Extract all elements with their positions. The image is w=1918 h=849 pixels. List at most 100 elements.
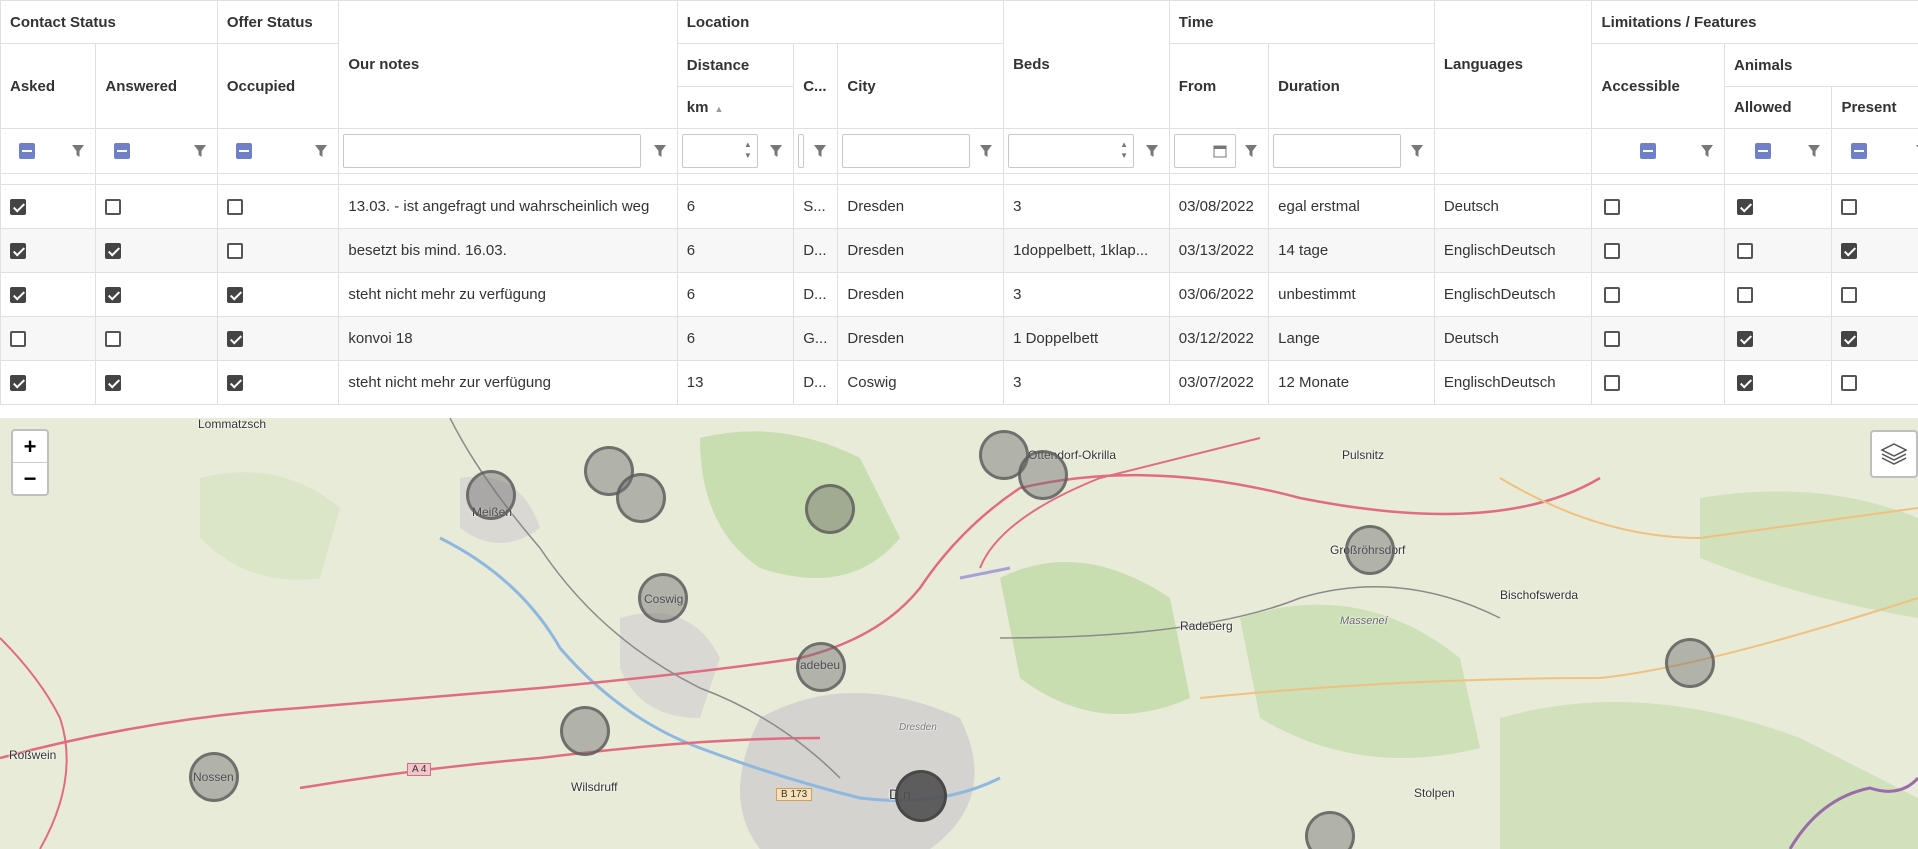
cell-from[interactable]: 03/08/2022 [1168, 184, 1270, 229]
accessible-checkbox[interactable] [1604, 287, 1621, 304]
occupied-checkbox[interactable] [226, 287, 243, 304]
cell-duration[interactable]: unbestimmt [1268, 272, 1435, 317]
asked-checkbox[interactable] [10, 243, 26, 260]
cell-city[interactable]: Coswig [837, 360, 1005, 405]
col-city[interactable]: City [837, 43, 1005, 129]
cell-from[interactable]: 03/07/2022 [1168, 360, 1270, 405]
map-cluster-marker[interactable] [616, 473, 666, 523]
cell-km[interactable]: 13 [676, 360, 795, 405]
cell-notes[interactable]: steht nicht mehr zur verfügung [338, 360, 678, 405]
filter-icon[interactable] [71, 144, 85, 158]
cell-languages[interactable]: Deutsch [1433, 184, 1593, 229]
accessible-checkbox[interactable] [1604, 375, 1621, 392]
table-row[interactable]: besetzt bis mind. 16.03. 6 D... Dresden 1dop… [0, 228, 1918, 273]
map-cluster-marker[interactable] [895, 770, 947, 822]
table-row[interactable]: steht nicht mehr zur verfügung 13 D... Cosw… [0, 360, 1918, 405]
occupied-checkbox[interactable] [226, 243, 243, 260]
layers-button[interactable] [1870, 430, 1918, 478]
cell-country[interactable]: S... [793, 184, 839, 229]
cell-city[interactable]: Dresden [837, 184, 1005, 229]
allowed-checkbox[interactable] [1737, 331, 1754, 348]
col-beds[interactable]: Beds [1003, 0, 1170, 129]
cell-country[interactable]: D... [793, 272, 839, 317]
zoom-in-button[interactable]: + [13, 431, 47, 462]
accessible-checkbox[interactable] [1604, 331, 1621, 348]
present-checkbox[interactable] [1841, 243, 1858, 260]
map-cluster-marker[interactable] [1018, 450, 1068, 500]
cell-duration[interactable]: 12 Monate [1268, 360, 1435, 405]
occupied-checkbox[interactable] [226, 331, 243, 348]
map-cluster-marker[interactable] [1345, 525, 1395, 575]
cell-languages[interactable]: EnglischDeutsch [1433, 272, 1593, 317]
map-cluster-marker[interactable] [1665, 638, 1715, 688]
country-filter-input[interactable] [798, 134, 805, 168]
col-allowed[interactable]: Allowed [1724, 86, 1833, 129]
col-accessible[interactable]: Accessible [1591, 43, 1726, 129]
indeterminate-checkbox[interactable] [19, 143, 35, 159]
map-cluster-marker[interactable] [560, 706, 610, 756]
allowed-checkbox[interactable] [1737, 243, 1754, 260]
filter-icon[interactable] [813, 144, 827, 158]
asked-checkbox[interactable] [10, 331, 26, 348]
indeterminate-checkbox[interactable] [1755, 143, 1772, 159]
cell-languages[interactable]: EnglischDeutsch [1433, 228, 1593, 273]
filter-icon[interactable] [314, 144, 328, 158]
city-filter-input[interactable] [842, 134, 971, 168]
present-checkbox[interactable] [1841, 287, 1858, 304]
filter-icon[interactable] [1244, 144, 1258, 158]
cell-languages[interactable]: Deutsch [1433, 316, 1593, 361]
indeterminate-checkbox[interactable] [235, 143, 252, 159]
table-row[interactable]: steht nicht mehr zu verfügung 6 D... Dresde… [0, 272, 1918, 317]
filter-icon[interactable] [1700, 144, 1714, 158]
answered-checkbox[interactable] [105, 243, 122, 260]
present-checkbox[interactable] [1841, 375, 1858, 392]
table-row[interactable]: konvoi 18 6 G... Dresden 1 Doppelbett 03/12/2… [0, 316, 1918, 361]
cell-from[interactable]: 03/06/2022 [1168, 272, 1270, 317]
allowed-checkbox[interactable] [1737, 375, 1754, 392]
filter-icon[interactable] [769, 144, 783, 158]
col-occupied[interactable]: Occupied [216, 43, 340, 129]
cell-city[interactable]: Dresden [837, 228, 1005, 273]
cell-country[interactable]: D... [793, 228, 839, 273]
cell-beds[interactable]: 1 Doppelbett [1003, 316, 1170, 361]
indeterminate-checkbox[interactable] [1851, 143, 1868, 159]
occupied-checkbox[interactable] [226, 375, 243, 392]
answered-checkbox[interactable] [105, 199, 122, 216]
cell-beds[interactable]: 3 [1003, 272, 1170, 317]
cell-notes[interactable]: 13.03. - ist angefragt und wahrscheinlic… [338, 184, 678, 229]
filter-icon[interactable] [1807, 144, 1821, 158]
from-filter-input[interactable] [1173, 134, 1236, 168]
map-cluster-marker[interactable] [638, 573, 688, 623]
indeterminate-checkbox[interactable] [1640, 143, 1657, 159]
cell-notes[interactable]: konvoi 18 [338, 316, 678, 361]
cell-notes[interactable]: besetzt bis mind. 16.03. [338, 228, 678, 273]
cell-notes[interactable]: steht nicht mehr zu verfügung [338, 272, 678, 317]
map-cluster-marker[interactable] [805, 484, 855, 534]
col-duration[interactable]: Duration [1268, 43, 1435, 129]
map-cluster-marker[interactable] [796, 642, 846, 692]
notes-filter-input[interactable] [343, 134, 642, 168]
answered-checkbox[interactable] [105, 287, 122, 304]
accessible-checkbox[interactable] [1604, 243, 1621, 260]
cell-km[interactable]: 6 [676, 316, 795, 361]
filter-icon[interactable] [653, 144, 667, 158]
present-checkbox[interactable] [1841, 199, 1858, 216]
col-our-notes[interactable]: Our notes [338, 0, 678, 129]
col-from[interactable]: From [1168, 43, 1270, 129]
zoom-out-button[interactable]: − [13, 462, 47, 494]
col-present[interactable]: Present [1831, 86, 1918, 129]
col-answered[interactable]: Answered [95, 43, 218, 129]
map-cluster-marker[interactable] [189, 752, 239, 802]
cell-city[interactable]: Dresden [837, 316, 1005, 361]
cell-km[interactable]: 6 [676, 184, 795, 229]
spinner-icon[interactable]: ▲ ▼ [1120, 139, 1128, 161]
cell-km[interactable]: 6 [676, 272, 795, 317]
asked-checkbox[interactable] [10, 199, 26, 216]
km-filter-input[interactable]: ▲ ▼ [681, 134, 758, 168]
map-tiles[interactable] [0, 418, 1918, 849]
accessible-checkbox[interactable] [1604, 199, 1621, 216]
table-row[interactable]: 13.03. - ist angefragt und wahrscheinlic… [0, 184, 1918, 229]
col-km[interactable]: km ▲ [676, 86, 795, 129]
col-asked[interactable]: Asked [0, 43, 97, 129]
filter-icon[interactable] [1410, 144, 1424, 158]
